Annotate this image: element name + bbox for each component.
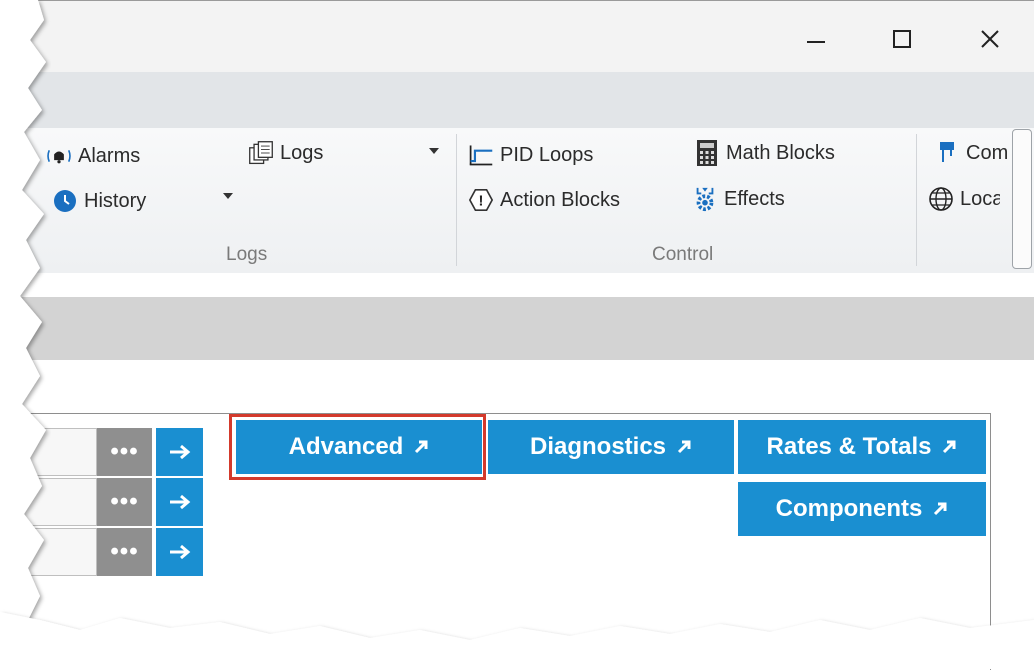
action-blocks-button[interactable]: ! Action Blocks <box>468 187 620 213</box>
arrow-right-icon <box>169 544 190 560</box>
highlight-box <box>229 414 486 480</box>
arrow-right-icon <box>169 444 190 460</box>
alarms-label: Alarms <box>78 144 141 167</box>
exclamation-octagon-icon: ! <box>468 187 494 213</box>
group-separator <box>916 134 917 266</box>
group-separator <box>456 134 457 266</box>
close-button[interactable] <box>970 19 1010 59</box>
row-more-button[interactable]: ••• <box>97 478 152 526</box>
logs-dropdown[interactable] <box>428 147 440 155</box>
external-link-icon <box>943 440 956 454</box>
components-label: Components <box>775 495 923 522</box>
ribbon-scroll-handle[interactable] <box>1012 129 1032 269</box>
history-button[interactable]: History <box>52 188 146 214</box>
history-dropdown[interactable] <box>222 192 234 200</box>
toolbar-spacer <box>0 273 1034 297</box>
arrow-right-icon <box>169 494 190 510</box>
pid-curve-icon <box>468 142 494 168</box>
row-go-button[interactable] <box>156 428 203 476</box>
diagnostics-label: Diagnostics <box>529 433 667 460</box>
header-bar <box>0 297 1034 360</box>
close-icon <box>981 30 999 48</box>
control-group-label: Control <box>652 244 714 265</box>
dropdown-arrow-icon <box>429 148 439 154</box>
plug-icon <box>934 140 960 166</box>
globe-icon <box>928 186 954 212</box>
svg-text:!: ! <box>479 194 484 210</box>
logs-group-label: Logs <box>226 244 268 265</box>
rates-totals-label: Rates & Totals <box>766 433 932 460</box>
loca-label: Loca <box>960 187 1000 210</box>
logs-button[interactable]: Logs <box>248 140 323 166</box>
row-more-button[interactable]: ••• <box>97 528 152 576</box>
action-blocks-label: Action Blocks <box>500 188 621 211</box>
diagnostics-button[interactable]: Diagnostics <box>488 420 734 474</box>
rates-totals-button[interactable]: Rates & Totals <box>738 420 986 474</box>
com-label: Com <box>966 141 1009 164</box>
minimize-button[interactable] <box>796 19 836 59</box>
maximize-button[interactable] <box>882 19 922 59</box>
documents-icon <box>248 140 274 166</box>
loca-button[interactable]: Loca <box>928 186 1000 212</box>
gear-arrow-icon <box>692 186 718 212</box>
logs-label: Logs <box>280 141 324 164</box>
row-field[interactable] <box>0 528 97 576</box>
effects-button[interactable]: Effects <box>692 186 785 212</box>
application-window: Alarms History Logs Logs PID Loops ! Act… <box>0 0 1034 670</box>
clock-icon <box>52 188 78 214</box>
calculator-icon <box>694 140 720 166</box>
external-link-icon <box>934 502 947 516</box>
com-button[interactable]: Com <box>934 140 1008 166</box>
effects-label: Effects <box>724 187 785 210</box>
title-bar <box>0 0 1034 73</box>
row-go-button[interactable] <box>156 478 203 526</box>
math-blocks-button[interactable]: Math Blocks <box>694 140 835 166</box>
math-blocks-label: Math Blocks <box>726 141 835 164</box>
row-go-button[interactable] <box>156 528 203 576</box>
history-label: History <box>84 189 147 212</box>
dropdown-arrow-icon <box>223 193 233 199</box>
maximize-icon <box>893 30 911 48</box>
alarm-bell-icon <box>46 143 72 169</box>
components-button[interactable]: Components <box>738 482 986 536</box>
row-more-button[interactable]: ••• <box>97 428 152 476</box>
pid-loops-label: PID Loops <box>500 143 594 166</box>
row-field[interactable] <box>0 428 97 476</box>
ribbon-tab-strip <box>0 72 1034 129</box>
pid-loops-button[interactable]: PID Loops <box>468 142 593 168</box>
alarms-button[interactable]: Alarms <box>46 143 140 169</box>
minimize-icon <box>807 41 825 43</box>
external-link-icon <box>677 440 691 454</box>
row-field[interactable] <box>0 478 97 526</box>
